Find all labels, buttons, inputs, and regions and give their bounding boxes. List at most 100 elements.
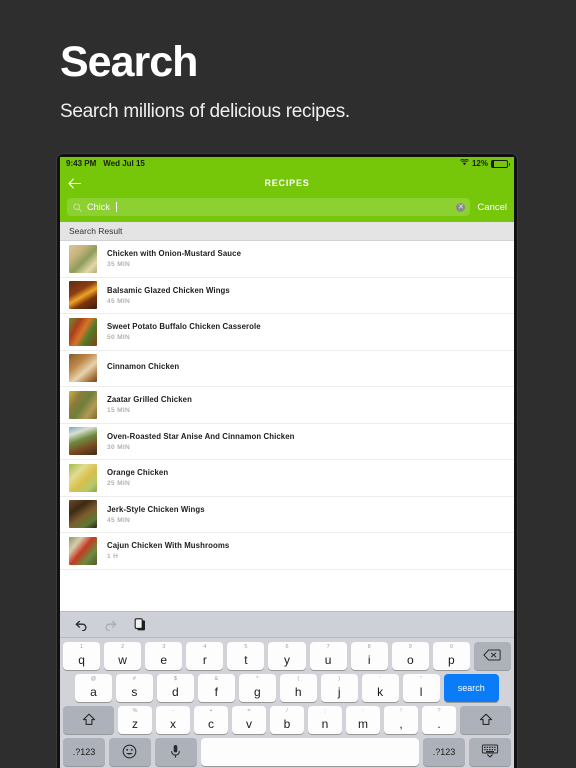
key-r[interactable]: 4r — [186, 642, 224, 670]
key-label: l — [419, 685, 423, 699]
cancel-button[interactable]: Cancel — [477, 202, 507, 213]
microphone-icon[interactable] — [154, 738, 197, 766]
key-h[interactable]: (h — [279, 674, 317, 702]
key-i[interactable]: 8i — [350, 642, 388, 670]
table-row[interactable]: Oven-Roasted Star Anise And Cinnamon Chi… — [60, 423, 514, 460]
key-sub: @ — [90, 675, 97, 682]
recipe-title: Sweet Potato Buffalo Chicken Casserole — [107, 322, 261, 332]
key-t[interactable]: 5t — [227, 642, 265, 670]
key-sub: / — [286, 707, 288, 714]
key-n[interactable]: ; n — [308, 706, 342, 734]
recipe-title: Cinnamon Chicken — [107, 362, 180, 372]
status-bar-right: 12% — [460, 158, 510, 168]
recipe-thumbnail — [69, 463, 97, 492]
status-bar: 9:43 PM Wed Jul 15 12% — [60, 157, 514, 170]
key-s[interactable]: # s — [115, 674, 153, 702]
shift-icon-left[interactable] — [63, 706, 114, 734]
numeric-key-right[interactable]: .?123 — [423, 738, 466, 766]
recipe-thumbnail — [69, 244, 97, 273]
key-u[interactable]: 7u — [309, 642, 347, 670]
key-p[interactable]: 0p — [432, 642, 470, 670]
key-d[interactable]: $ d — [156, 674, 194, 702]
key-g[interactable]: * g — [238, 674, 276, 702]
nav-title: RECIPES — [264, 178, 310, 188]
recipe-thumbnail — [69, 281, 97, 310]
row-text: Balsamic Glazed Chicken Wings 45 MIN — [107, 286, 230, 305]
key-c[interactable]: + c — [194, 706, 228, 734]
key-sub: - — [172, 707, 174, 714]
key-sub: ! — [400, 707, 402, 714]
key-m[interactable]: :m — [346, 706, 380, 734]
clear-circle-icon[interactable]: ✕ — [456, 202, 466, 212]
key-label: a — [90, 685, 97, 699]
recipe-title: Balsamic Glazed Chicken Wings — [107, 285, 230, 295]
key-v[interactable]: = v — [232, 706, 266, 734]
emoji-icon[interactable] — [108, 738, 151, 766]
key-label: c — [208, 717, 214, 731]
promo-header: Search Search millions of delicious reci… — [60, 39, 540, 123]
table-row[interactable]: Zaatar Grilled Chicken 15 MIN — [60, 387, 514, 424]
search-input[interactable]: Chick ✕ — [67, 198, 471, 216]
key-j[interactable]: ) j — [320, 674, 358, 702]
recipe-time: 45 MIN — [107, 297, 131, 305]
redo-icon[interactable] — [104, 619, 118, 631]
key-l[interactable]: ” l — [402, 674, 440, 702]
key-y[interactable]: 6y — [268, 642, 306, 670]
table-row[interactable]: Chicken with Onion-Mustard Sauce 35 MIN — [60, 241, 514, 278]
search-results-list[interactable]: Search Result Chicken with Onion-Mustard… — [60, 222, 514, 611]
table-row[interactable]: Balsamic Glazed Chicken Wings 45 MIN — [60, 277, 514, 314]
table-row[interactable]: Orange Chicken 25 MIN — [60, 460, 514, 497]
row-text: Oven-Roasted Star Anise And Cinnamon Chi… — [107, 432, 295, 451]
paste-icon[interactable] — [134, 617, 147, 632]
key-label: w — [118, 653, 127, 667]
text-caret — [116, 202, 118, 212]
key-period[interactable]: ?. — [422, 706, 456, 734]
shift-glyph-left — [82, 713, 96, 728]
row-text: Zaatar Grilled Chicken 15 MIN — [107, 395, 192, 414]
on-screen-keyboard[interactable]: 1q 2w 3e 4r 5t 6y 7u 8i 9o 0p @ a # s $ … — [60, 611, 514, 768]
recipe-time: 45 MIN — [107, 516, 131, 524]
key-e[interactable]: 3e — [145, 642, 183, 670]
key-o[interactable]: 9o — [391, 642, 429, 670]
recipe-time: 1 H — [107, 553, 119, 561]
numeric-key-left[interactable]: .?123 — [63, 738, 105, 766]
key-q[interactable]: 1q — [62, 642, 101, 670]
key-sub: 2 — [121, 643, 125, 650]
shift-icon-right[interactable] — [460, 706, 511, 734]
space-key[interactable] — [200, 738, 420, 766]
key-sub: ) — [338, 675, 341, 682]
keyboard-dismiss-icon[interactable] — [469, 738, 511, 766]
table-row[interactable]: Jerk-Style Chicken Wings 45 MIN — [60, 496, 514, 533]
key-label: , — [399, 717, 403, 731]
table-row[interactable]: Cinnamon Chicken — [60, 350, 514, 387]
recipe-title: Oven-Roasted Star Anise And Cinnamon Chi… — [107, 431, 295, 441]
key-label: v — [246, 717, 252, 731]
key-label: k — [377, 685, 384, 699]
undo-icon[interactable] — [74, 619, 88, 631]
key-sub: 6 — [285, 643, 289, 650]
keyboard-dismiss-glyph — [481, 744, 499, 760]
key-b[interactable]: / b — [270, 706, 304, 734]
back-arrow-icon[interactable] — [68, 177, 86, 189]
row-text: Chicken with Onion-Mustard Sauce 35 MIN — [107, 249, 241, 268]
status-bar-left: 9:43 PM Wed Jul 15 — [66, 159, 145, 168]
key-x[interactable]: -x — [156, 706, 190, 734]
key-label: r — [202, 653, 207, 667]
search-key[interactable]: search — [443, 674, 499, 702]
key-f[interactable]: & f — [197, 674, 235, 702]
recipe-thumbnail — [69, 317, 97, 346]
key-w[interactable]: 2w — [104, 642, 142, 670]
key-k[interactable]: ’ k — [361, 674, 399, 702]
key-sub: % — [132, 707, 138, 714]
key-comma[interactable]: !, — [384, 706, 418, 734]
key-sub: 8 — [367, 643, 371, 650]
keyboard-row-3: % z -x + c = v / b ; n :m !, ?. — [60, 706, 514, 734]
key-a[interactable]: @ a — [75, 674, 112, 702]
backspace-icon[interactable] — [473, 642, 512, 670]
key-z[interactable]: % z — [118, 706, 152, 734]
table-row[interactable]: Sweet Potato Buffalo Chicken Casserole 5… — [60, 314, 514, 351]
key-label: n — [321, 717, 329, 731]
recipe-title: Chicken with Onion-Mustard Sauce — [107, 249, 242, 259]
table-row[interactable]: Cajun Chicken With Mushrooms 1 H — [60, 533, 514, 570]
key-label: y — [284, 653, 290, 667]
